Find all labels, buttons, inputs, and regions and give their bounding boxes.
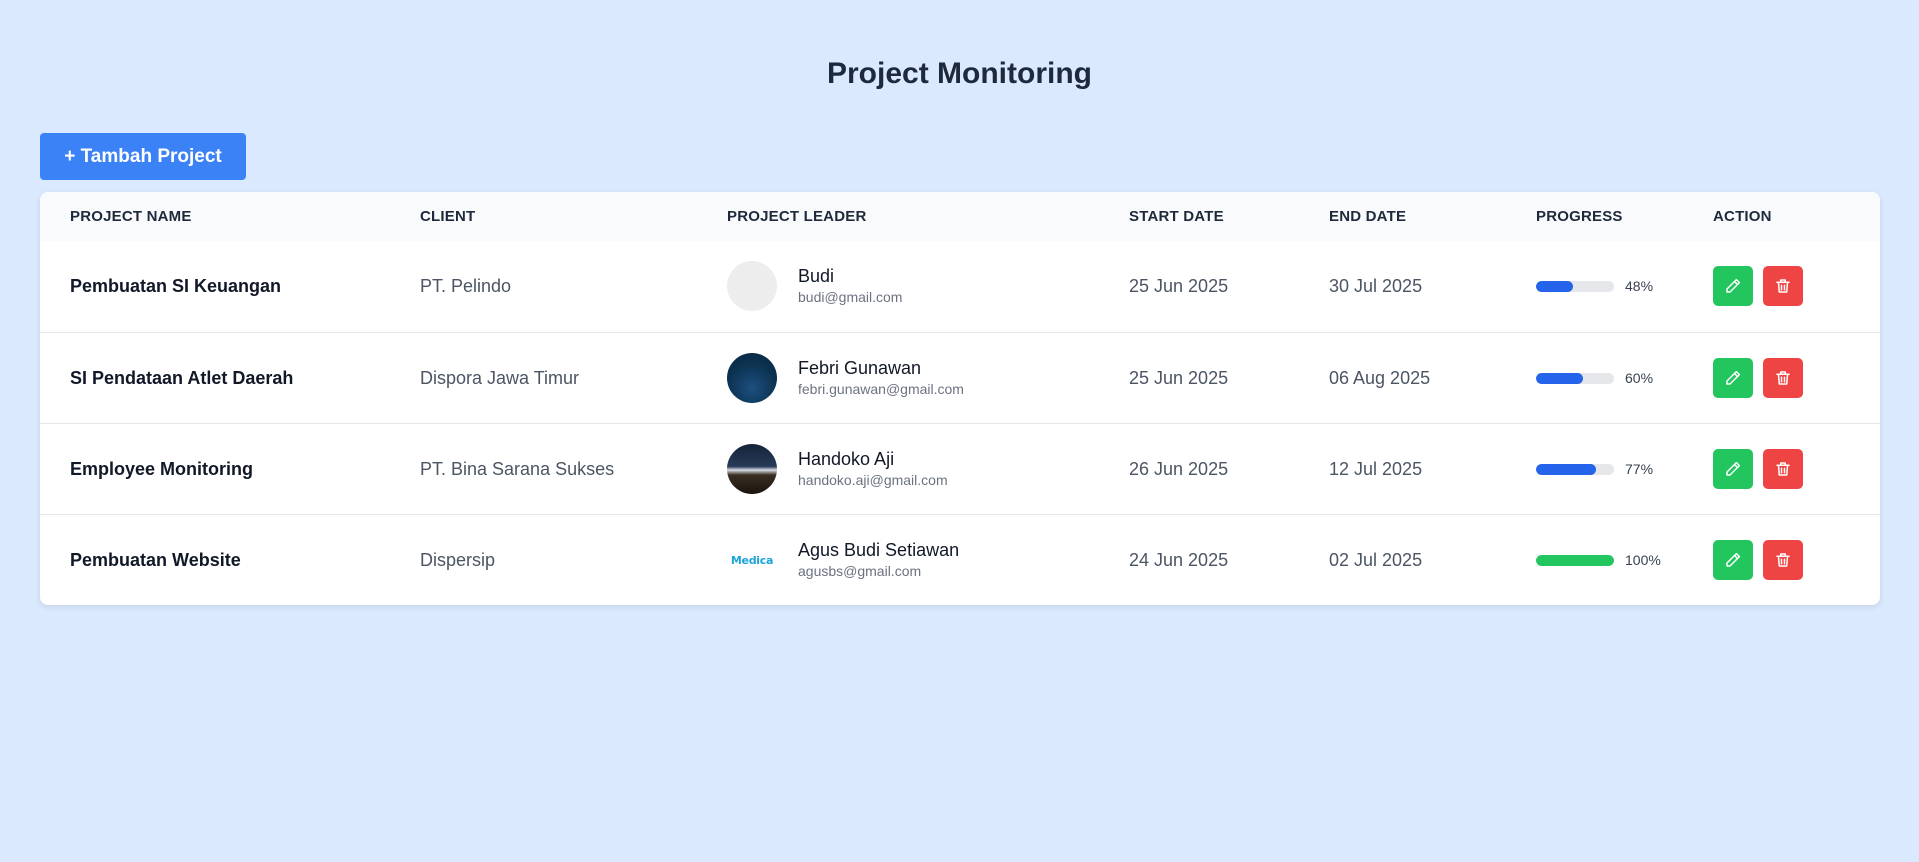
end-date: 30 Jul 2025 <box>1329 275 1423 296</box>
edit-button[interactable] <box>1713 266 1753 306</box>
row-actions <box>1713 333 1813 423</box>
header-client: CLIENT <box>420 208 476 225</box>
edit-button[interactable] <box>1713 358 1753 398</box>
start-date: 24 Jun 2025 <box>1129 549 1229 570</box>
trash-icon <box>1776 371 1790 385</box>
progress-label: 60% <box>1625 370 1654 386</box>
progress-fill <box>1536 463 1597 475</box>
edit-button[interactable] <box>1713 540 1753 580</box>
page: Project Monitoring + Tambah Project PROJ… <box>0 0 1919 862</box>
night-landscape-avatar <box>727 444 777 494</box>
page-title: Project Monitoring <box>827 57 1092 90</box>
trash-icon <box>1776 462 1790 476</box>
leader-email: budi@gmail.com <box>798 289 903 305</box>
ocean-photo-avatar <box>727 353 777 403</box>
project-name: Pembuatan Website <box>70 549 241 570</box>
project-leader: Medica Agus Budi Setiawan agusbs@gmail.c… <box>727 515 959 605</box>
progress-fill <box>1536 372 1583 384</box>
leader-email: handoko.aji@gmail.com <box>798 472 948 488</box>
delete-button[interactable] <box>1763 358 1803 398</box>
progress: 48% <box>1536 241 1653 331</box>
progress-fill <box>1536 554 1614 566</box>
project-leader: Febri Gunawan febri.gunawan@gmail.com <box>727 333 964 423</box>
leader-email: agusbs@gmail.com <box>798 563 922 579</box>
leader-name: Handoko Aji <box>798 449 895 469</box>
row-actions <box>1713 424 1813 514</box>
progress-label: 100% <box>1625 552 1661 568</box>
end-date: 06 Aug 2025 <box>1329 367 1431 388</box>
table-row: Pembuatan SI Keuangan PT. Pelindo Budi b… <box>40 241 1880 332</box>
delete-button[interactable] <box>1763 449 1803 489</box>
client-name: Dispersip <box>420 549 496 570</box>
progress: 60% <box>1536 333 1653 423</box>
row-actions <box>1713 515 1813 605</box>
leader-name: Febri Gunawan <box>798 358 922 378</box>
delete-button[interactable] <box>1763 540 1803 580</box>
start-date: 25 Jun 2025 <box>1129 275 1229 296</box>
project-name: Pembuatan SI Keuangan <box>70 275 282 296</box>
pencil-icon <box>1726 278 1741 293</box>
header-action: ACTION <box>1713 208 1772 225</box>
client-name: PT. Pelindo <box>420 275 512 296</box>
progress-bar <box>1536 463 1614 475</box>
leader-info: Agus Budi Setiawan agusbs@gmail.com <box>798 539 959 581</box>
project-leader: Budi budi@gmail.com <box>727 241 902 331</box>
progress-bar <box>1536 280 1614 292</box>
blank-avatar <box>727 261 777 311</box>
leader-info: Budi budi@gmail.com <box>798 265 902 307</box>
pencil-icon <box>1726 552 1741 567</box>
progress-bar <box>1536 554 1614 566</box>
row-actions <box>1713 241 1813 331</box>
progress-bar <box>1536 372 1614 384</box>
trash-icon <box>1776 553 1790 567</box>
header-progress: PROGRESS <box>1536 208 1623 225</box>
leader-email: febri.gunawan@gmail.com <box>798 381 964 397</box>
medica-logo-text: Medica <box>730 553 774 567</box>
project-table: PROJECT NAME CLIENT PROJECT LEADER START… <box>40 192 1880 605</box>
header-start-date: START DATE <box>1129 208 1224 225</box>
table-row: Pembuatan Website Dispersip Medica Agus … <box>40 514 1880 605</box>
leader-info: Handoko Aji handoko.aji@gmail.com <box>798 448 948 490</box>
progress: 77% <box>1536 424 1653 514</box>
table-row: SI Pendataan Atlet Daerah Dispora Jawa T… <box>40 332 1880 423</box>
end-date: 12 Jul 2025 <box>1329 458 1423 479</box>
client-name: Dispora Jawa Timur <box>420 367 580 388</box>
progress-label: 77% <box>1625 461 1654 477</box>
edit-button[interactable] <box>1713 449 1753 489</box>
table-row: Employee Monitoring PT. Bina Sarana Suks… <box>40 423 1880 514</box>
add-project-button[interactable]: + Tambah Project <box>40 133 246 180</box>
header-project-name: PROJECT NAME <box>70 208 192 225</box>
progress: 100% <box>1536 515 1661 605</box>
table-header: PROJECT NAME CLIENT PROJECT LEADER START… <box>40 192 1880 241</box>
leader-name: Budi <box>798 266 835 286</box>
progress-label: 48% <box>1625 278 1654 294</box>
header-end-date: END DATE <box>1329 208 1407 225</box>
leader-name: Agus Budi Setiawan <box>798 540 960 560</box>
header-project-leader: PROJECT LEADER <box>727 208 867 225</box>
end-date: 02 Jul 2025 <box>1329 549 1423 570</box>
progress-fill <box>1536 280 1574 292</box>
pencil-icon <box>1726 370 1741 385</box>
leader-info: Febri Gunawan febri.gunawan@gmail.com <box>798 357 964 399</box>
delete-button[interactable] <box>1763 266 1803 306</box>
pencil-icon <box>1726 461 1741 476</box>
project-name: SI Pendataan Atlet Daerah <box>70 367 294 388</box>
start-date: 26 Jun 2025 <box>1129 458 1229 479</box>
medica-logo-avatar: Medica <box>727 535 777 585</box>
project-name: Employee Monitoring <box>70 458 254 479</box>
trash-icon <box>1776 279 1790 293</box>
start-date: 25 Jun 2025 <box>1129 367 1229 388</box>
client-name: PT. Bina Sarana Sukses <box>420 458 615 479</box>
project-leader: Handoko Aji handoko.aji@gmail.com <box>727 424 948 514</box>
